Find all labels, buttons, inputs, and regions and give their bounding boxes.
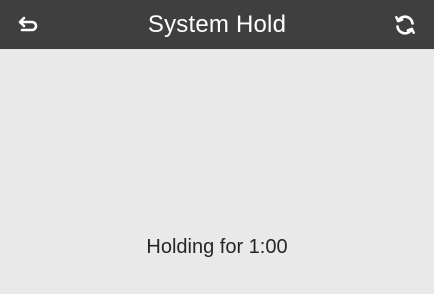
header-bar: System Hold [0, 0, 434, 49]
hold-status-text: Holding for 1:00 [146, 236, 288, 258]
main-content: Holding for 1:00 [0, 49, 434, 294]
back-button[interactable] [10, 7, 48, 43]
back-arrow-icon [18, 16, 40, 34]
refresh-button[interactable] [386, 6, 424, 44]
refresh-icon [393, 13, 417, 37]
page-title: System Hold [147, 11, 287, 38]
